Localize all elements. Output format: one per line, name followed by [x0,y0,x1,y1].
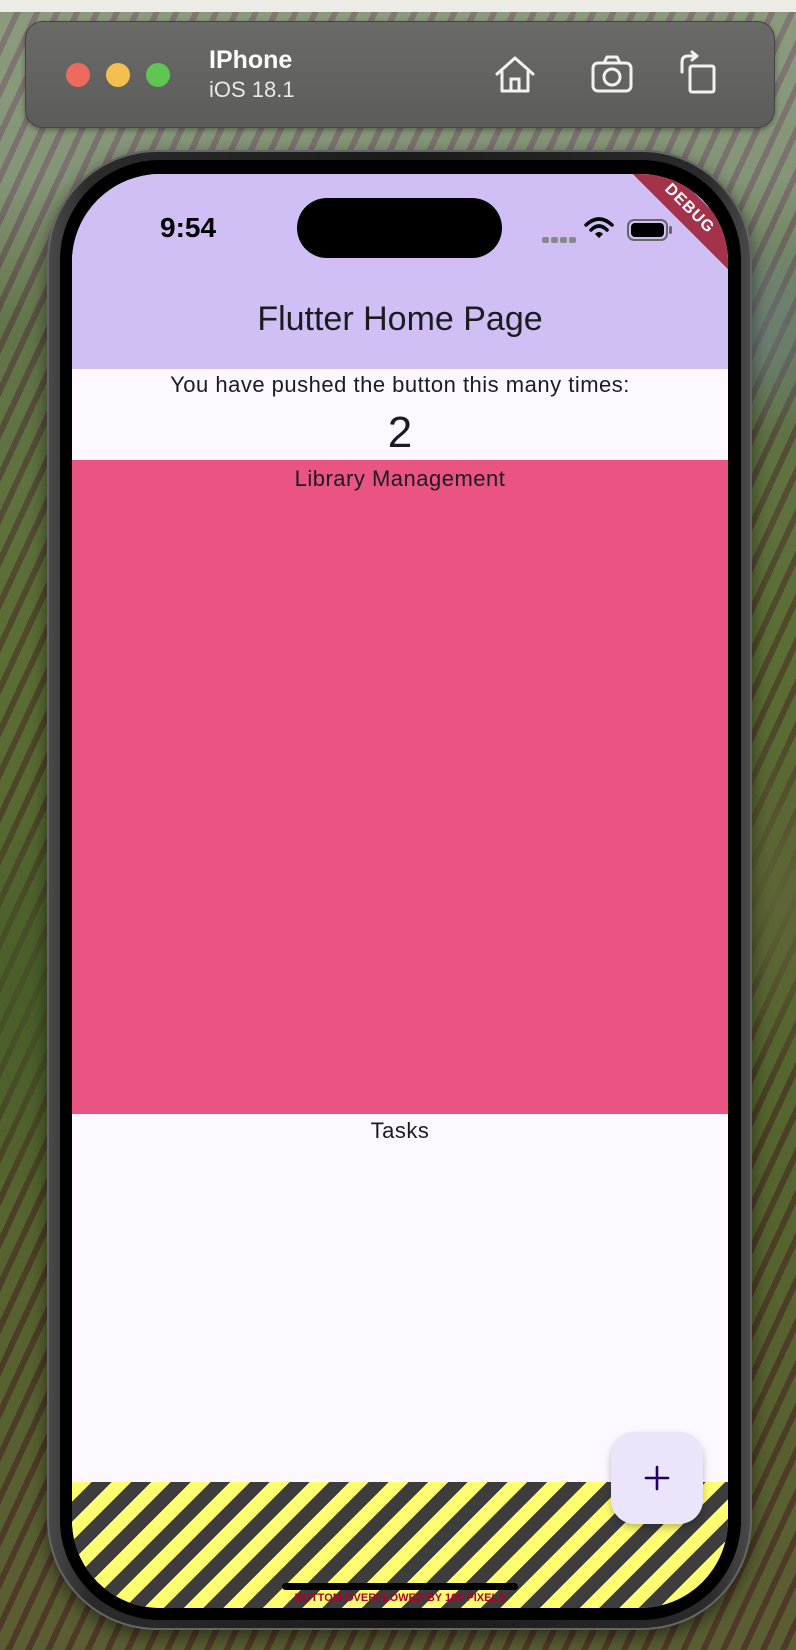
increment-fab-button[interactable] [611,1432,703,1524]
app-bar: 9:54 Flutter Home Page [72,174,728,369]
app-bar-title: Flutter Home Page [257,300,543,338]
overflow-error-text: BOTTOM OVERFLOWED BY 100 PIXELS [294,1592,506,1604]
battery-icon [627,218,673,247]
screenshot-camera-icon[interactable] [588,50,636,98]
status-bar-time: 9:54 [160,212,217,243]
device-os-version: iOS 18.1 [209,77,295,102]
zoom-window-button[interactable] [146,63,170,87]
wifi-icon [584,216,614,245]
device-name: IPhone [209,46,293,74]
library-management-label: Library Management [294,466,506,491]
rotate-icon[interactable] [676,50,724,98]
dynamic-island [297,198,502,258]
tasks-label: Tasks [370,1118,430,1143]
simulator-toolbar: IPhone iOS 18.1 [25,21,775,128]
add-icon [644,1465,670,1491]
home-indicator[interactable] [282,1583,518,1590]
cellular-signal-icon [542,231,578,249]
counter-label: You have pushed the button this many tim… [170,372,630,397]
phone-screen: 9:54 Flutter Home Page DEBUG You have pu… [72,174,728,1608]
close-window-button[interactable] [66,63,90,87]
library-management-section: Library Management [72,460,728,1114]
minimize-window-button[interactable] [106,63,130,87]
home-icon[interactable] [491,50,539,98]
counter-value: 2 [387,408,413,457]
